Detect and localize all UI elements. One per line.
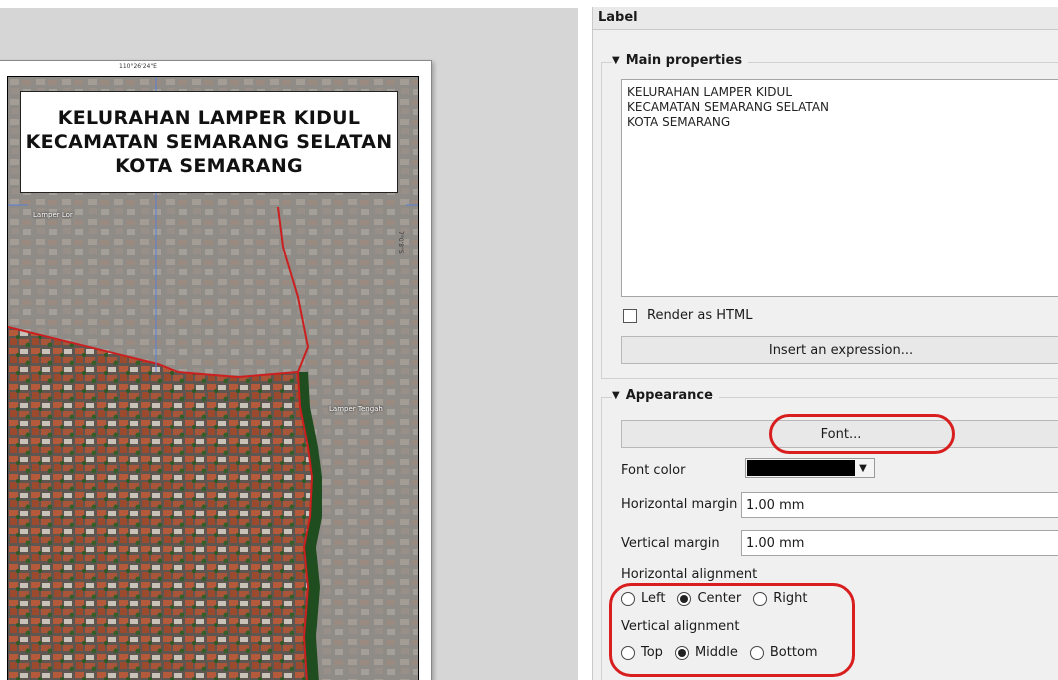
title-line-1: KELURAHAN LAMPER KIDUL bbox=[57, 107, 361, 129]
collapse-triangle-icon: ▼ bbox=[612, 55, 620, 66]
main-properties-toggle[interactable]: ▼ Main properties bbox=[612, 53, 749, 68]
label-text-editor[interactable]: KELURAHAN LAMPER KIDUL KECAMATAN SEMARAN… bbox=[621, 79, 1058, 297]
map-title-label[interactable]: KELURAHAN LAMPER KIDUL KECAMATAN SEMARAN… bbox=[20, 91, 398, 193]
horizontal-margin-label: Horizontal margin bbox=[621, 497, 738, 512]
dropdown-arrow-icon: ▼ bbox=[859, 462, 867, 474]
appearance-title: Appearance bbox=[625, 388, 713, 403]
horizontal-margin-input[interactable]: 1.00 mm bbox=[741, 492, 1058, 518]
collapse-triangle-icon: ▼ bbox=[612, 390, 620, 401]
font-color-button[interactable]: ▼ bbox=[745, 458, 875, 478]
panel-divider bbox=[578, 0, 592, 680]
vertical-margin-input[interactable]: 1.00 mm bbox=[741, 530, 1058, 556]
horizontal-alignment-label: Horizontal alignment bbox=[621, 567, 758, 582]
main-properties-title: Main properties bbox=[625, 53, 743, 68]
font-button-highlight bbox=[769, 414, 955, 454]
vertical-margin-label: Vertical margin bbox=[621, 536, 720, 551]
title-line-3: KOTA SEMARANG bbox=[115, 155, 303, 177]
label-text-line: KELURAHAN LAMPER KIDUL bbox=[627, 85, 793, 99]
title-line-2: KECAMATAN SEMARANG SELATAN bbox=[25, 131, 393, 153]
appearance-toggle[interactable]: ▼ Appearance bbox=[612, 388, 719, 403]
insert-expression-button[interactable]: Insert an expression... bbox=[621, 336, 1058, 364]
label-text-line: KOTA SEMARANG bbox=[627, 115, 731, 129]
font-color-label: Font color bbox=[621, 463, 686, 478]
place-label-lamper-lor: Lamper Lor bbox=[33, 211, 73, 219]
map-canvas[interactable]: 110°26'24"E 7°0'8"S Lamper Lor Lamper Te… bbox=[0, 0, 578, 680]
render-as-html-label: Render as HTML bbox=[647, 308, 753, 323]
place-label-lamper-tengah: Lamper Tengah bbox=[329, 405, 383, 413]
grid-coordinate-top: 110°26'24"E bbox=[119, 63, 157, 70]
alignment-highlight bbox=[609, 583, 855, 677]
label-text-line: KECAMATAN SEMARANG SELATAN bbox=[627, 100, 830, 114]
render-as-html-checkbox[interactable] bbox=[623, 308, 637, 323]
grid-coordinate-right: 7°0'8"S bbox=[397, 231, 404, 254]
render-as-html-row[interactable]: Render as HTML bbox=[623, 308, 752, 323]
panel-header: Label bbox=[593, 7, 1058, 30]
item-properties-panel: Label ▼ Main properties KELURAHAN LAMPER… bbox=[592, 7, 1058, 680]
font-color-swatch bbox=[747, 460, 855, 476]
